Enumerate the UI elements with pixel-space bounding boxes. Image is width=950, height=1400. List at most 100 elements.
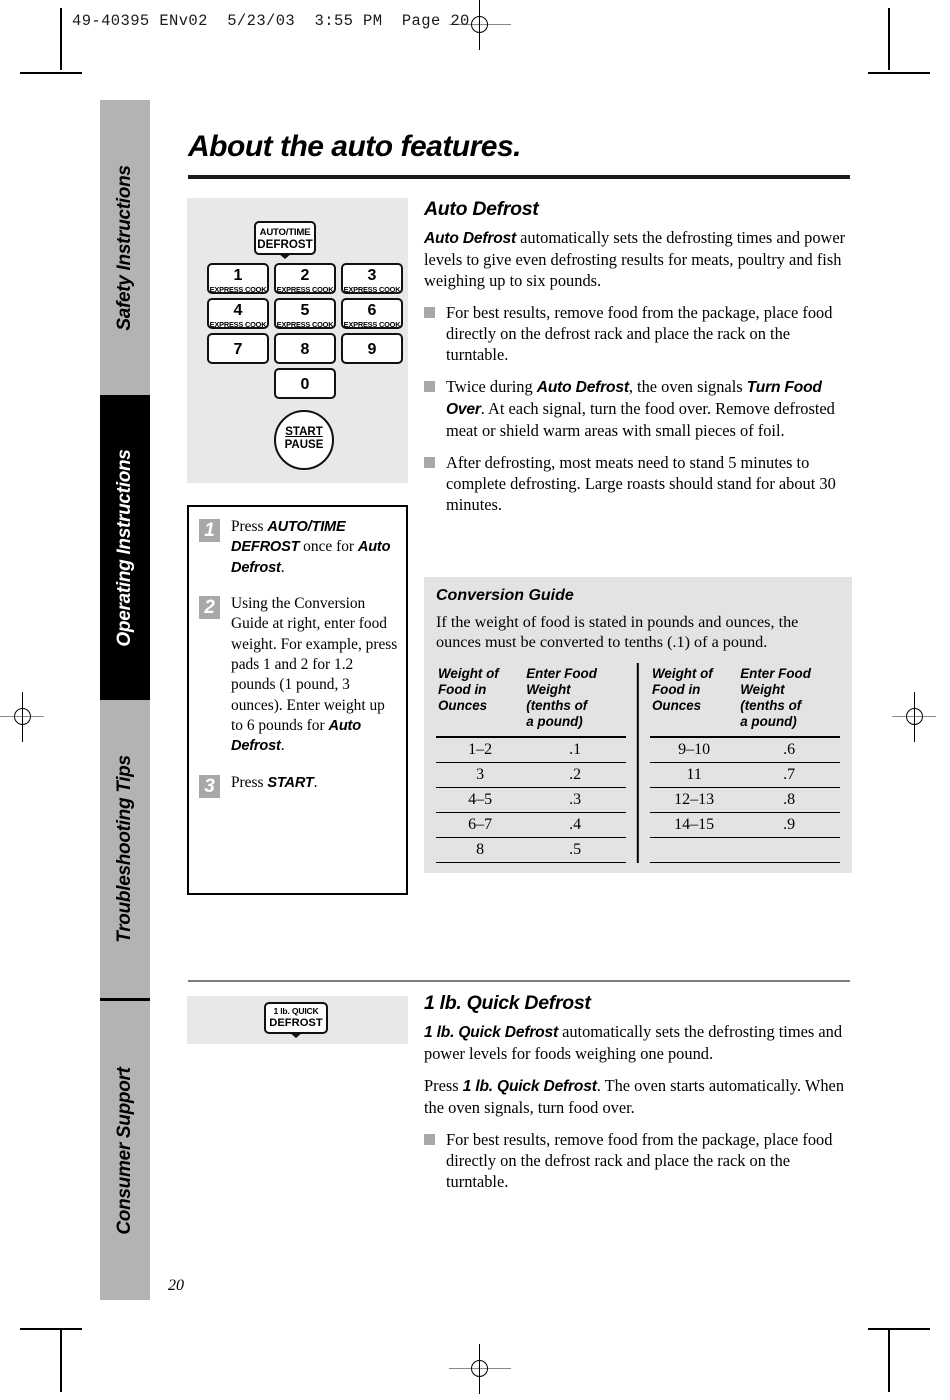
keypad-pad-sublabel: EXPRESS COOK (276, 285, 334, 294)
cell-tenths: .7 (738, 762, 840, 789)
step-text: Press AUTO/TIME DEFROST once for Auto De… (231, 518, 391, 576)
cell-ounces: 9–10 (650, 737, 739, 764)
keypad-pad-number: 0 (300, 376, 310, 393)
keypad-pad-4[interactable]: 4 EXPRESS COOK (207, 298, 269, 329)
sidebar-tabs: Safety Instructions Operating Instructio… (100, 100, 150, 1300)
sidebar-tab-operating-instructions[interactable]: Operating Instructions (100, 395, 150, 700)
registration-mark-left (0, 692, 44, 742)
sidebar-tab-label: Safety Instructions (114, 164, 135, 331)
conversion-guide-description: If the weight of food is stated in pound… (436, 613, 799, 652)
table-row: 1–2 .1 (436, 737, 626, 764)
keypad-pad-sublabel: EXPRESS COOK (343, 285, 401, 294)
sidebar-tab-label: Consumer Support (114, 1066, 135, 1235)
keypad-pad-number: 5 (300, 302, 310, 319)
keypad-pad-number: 9 (367, 341, 377, 358)
cell-ounces: 11 (650, 762, 739, 789)
keypad-pad-sublabel: EXPRESS COOK (209, 320, 267, 329)
keypad-notch-icon (278, 253, 292, 259)
keypad-pad-number: 7 (233, 341, 243, 358)
cell-tenths: .4 (524, 812, 626, 839)
page-number: 20 (168, 1277, 184, 1294)
registration-mark-bottom (449, 1344, 511, 1394)
keypad-pad-number: 6 (367, 302, 377, 319)
cell-ounces: 12–13 (650, 787, 739, 814)
cell-tenths: .9 (738, 812, 840, 839)
start-button-line1: START (285, 426, 323, 438)
column-header-enter-weight: Enter Food Weight (tenths of a pound) (738, 662, 840, 739)
column-header-enter-weight: Enter Food Weight (tenths of a pound) (524, 662, 626, 739)
section-divider-rule (188, 980, 850, 982)
keypad-auto-time-defrost-button[interactable]: AUTO/TIME DEFROST (254, 221, 316, 259)
keypad-notch-icon (289, 1032, 303, 1038)
cell-ounces: 3 (436, 762, 525, 789)
keypad-start-pause-button[interactable]: START PAUSE (274, 410, 334, 470)
step-number: 1 (199, 519, 220, 542)
quick-defrost-paragraph: Press 1 lb. Quick Defrost. The oven star… (424, 1075, 845, 1117)
table-row: 4–5 .3 (436, 787, 626, 814)
table-row: 9–10 .6 (650, 737, 840, 764)
crop-mark-top-right-h (868, 72, 930, 74)
step-text: Using the Conversion Guide at right, ent… (231, 594, 398, 755)
table-header-row: Weight of Food in Ounces Enter Food Weig… (436, 662, 626, 739)
quick-defrost-button-line1: 1 lb. QUICK (273, 1006, 319, 1016)
sidebar-tab-label: Troubleshooting Tips (114, 755, 135, 943)
keypad-pad-number: 1 (233, 267, 243, 284)
keypad-pad-sublabel: EXPRESS COOK (209, 285, 267, 294)
cell-tenths: .2 (524, 762, 626, 789)
keypad-button-line2: DEFROST (257, 238, 313, 252)
auto-defrost-section: Auto Defrost Auto Defrost automatically … (424, 198, 852, 526)
keypad-pad-5[interactable]: 5 EXPRESS COOK (274, 298, 336, 329)
title-rule (188, 175, 850, 179)
cell-tenths: .8 (738, 787, 840, 814)
table-row: 11 .7 (650, 762, 840, 789)
crop-mark-top-left-h (20, 72, 82, 74)
cell-tenths: .3 (524, 787, 626, 814)
auto-defrost-heading: Auto Defrost (424, 198, 539, 220)
keypad-pad-sublabel: EXPRESS COOK (343, 320, 401, 329)
table-row: 3 .2 (436, 762, 626, 789)
crop-mark-bottom-right-v (888, 1330, 890, 1392)
keypad-pad-1[interactable]: 1 EXPRESS COOK (207, 263, 269, 294)
quick-defrost-button[interactable]: 1 lb. QUICK DEFROST (264, 1002, 328, 1038)
keypad-pad-8[interactable]: 8 (274, 333, 336, 364)
keypad-pad-number: 4 (233, 302, 243, 319)
table-row: 8 .5 (436, 837, 626, 864)
step-number: 2 (199, 595, 220, 619)
page-title: About the auto features. (188, 130, 522, 163)
auto-defrost-bullet-1: For best results, remove food from the p… (424, 302, 852, 365)
sidebar-tab-safety-instructions[interactable]: Safety Instructions (100, 100, 150, 395)
keypad-pad-7[interactable]: 7 (207, 333, 269, 364)
crop-mark-bottom-left-v (60, 1330, 62, 1392)
step-number: 3 (199, 774, 220, 798)
table-row-empty (650, 837, 840, 864)
sidebar-tab-troubleshooting-tips[interactable]: Troubleshooting Tips (100, 700, 150, 998)
crop-mark-top-right-v (888, 8, 890, 70)
table-row: 12–13 .8 (650, 787, 840, 814)
cell-ounces: 14–15 (650, 812, 739, 839)
table-row: 14–15 .9 (650, 812, 840, 839)
quick-defrost-section: 1 lb. Quick Defrost 1 lb. Quick Defrost … (424, 992, 852, 1203)
start-button-line2: PAUSE (284, 438, 324, 451)
print-slug: 49-40395 ENv02 5/23/03 3:55 PM Page 20 (72, 12, 470, 30)
keypad-pad-sublabel: EXPRESS COOK (276, 320, 334, 329)
keypad-pad-6[interactable]: 6 EXPRESS COOK (341, 298, 403, 329)
keypad-pad-2[interactable]: 2 EXPRESS COOK (274, 263, 336, 294)
quick-defrost-bullet-1: For best results, remove food from the p… (424, 1129, 852, 1192)
step-text: Press START. (231, 773, 318, 791)
keypad-pad-3[interactable]: 3 EXPRESS COOK (341, 263, 403, 294)
keypad-pad-9[interactable]: 9 (341, 333, 403, 364)
cell-ounces: 6–7 (436, 812, 525, 839)
step-1: 1 Press AUTO/TIME DEFROST once for Auto … (197, 517, 398, 578)
keypad-pad-number: 2 (300, 267, 310, 284)
keypad-pad-number: 8 (300, 341, 310, 358)
crop-mark-bottom-right-h (868, 1328, 930, 1330)
conversion-table-right: Weight of Food in Ounces Enter Food Weig… (650, 662, 840, 864)
step-2: 2 Using the Conversion Guide at right, e… (197, 594, 398, 757)
table-header-row: Weight of Food in Ounces Enter Food Weig… (650, 662, 840, 739)
quick-defrost-illustration: 1 lb. QUICK DEFROST (187, 996, 408, 1044)
keypad-pad-0[interactable]: 0 (274, 368, 336, 399)
conversion-guide-title: Conversion Guide (436, 587, 574, 604)
sidebar-tab-consumer-support[interactable]: Consumer Support (100, 1001, 150, 1300)
conversion-guide-right-half: Weight of Food in Ounces Enter Food Weig… (638, 662, 852, 864)
quick-defrost-button-line2: DEFROST (269, 1016, 323, 1029)
